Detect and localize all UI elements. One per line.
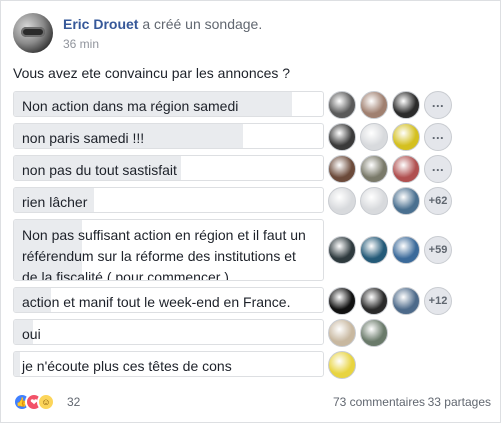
poll-option-label: oui — [22, 326, 41, 342]
post-action-text: a créé un sondage. — [142, 16, 263, 32]
more-voters-button[interactable]: ... — [424, 155, 452, 183]
voter-avatar[interactable] — [360, 319, 388, 347]
voter-avatar[interactable] — [392, 287, 420, 315]
voter-avatar[interactable] — [328, 236, 356, 264]
voter-avatar[interactable] — [360, 91, 388, 119]
poll-option-label: rien lâcher — [22, 194, 88, 210]
poll-option-label: action et manif tout le week-end en Fran… — [22, 294, 291, 310]
author-name[interactable]: Eric Drouet — [63, 16, 138, 32]
voter-avatar[interactable] — [328, 187, 356, 215]
reactions-summary[interactable]: 👍 ❤ ☺ 32 — [13, 393, 80, 411]
author-line: Eric Drouet a créé un sondage. — [63, 16, 262, 32]
post-header: Eric Drouet a créé un sondage. 36 min — [13, 13, 483, 57]
voter-avatar[interactable] — [360, 236, 388, 264]
haha-icon: ☺ — [37, 393, 55, 411]
voter-avatar[interactable] — [392, 123, 420, 151]
voter-avatar[interactable] — [328, 287, 356, 315]
poll-option[interactable]: non paris samedi !!! — [13, 123, 324, 149]
voter-avatar[interactable] — [328, 123, 356, 151]
poll-option[interactable]: oui — [13, 319, 324, 345]
voter-avatar[interactable] — [328, 351, 356, 379]
voter-avatar[interactable] — [392, 155, 420, 183]
voter-avatar[interactable] — [360, 287, 388, 315]
voter-avatar[interactable] — [392, 91, 420, 119]
more-voters-button[interactable]: ... — [424, 91, 452, 119]
more-voters-count[interactable]: +62 — [424, 187, 452, 215]
poll-option[interactable]: rien lâcher — [13, 187, 324, 213]
voter-avatar[interactable] — [328, 319, 356, 347]
poll-option[interactable]: Non pas suffisant action en région et il… — [13, 219, 324, 281]
voter-avatar[interactable] — [360, 187, 388, 215]
voter-avatar[interactable] — [360, 155, 388, 183]
reaction-count: 32 — [67, 395, 81, 409]
post-timestamp[interactable]: 36 min — [63, 37, 99, 51]
poll-option-label: non pas du tout sastisfait — [22, 162, 177, 178]
poll-question: Vous avez ete convaincu par les annonces… — [13, 65, 291, 81]
voter-avatar[interactable] — [328, 91, 356, 119]
voter-avatar[interactable] — [392, 236, 420, 264]
poll-option[interactable]: je n'écoute plus ces têtes de cons — [13, 351, 324, 377]
voter-avatar[interactable] — [392, 187, 420, 215]
comments-link[interactable]: 73 commentaires — [333, 395, 425, 409]
author-avatar[interactable] — [13, 13, 53, 53]
poll-option-label: Non pas suffisant action en région et il… — [22, 227, 306, 281]
more-voters-button[interactable]: ... — [424, 123, 452, 151]
poll-option[interactable]: non pas du tout sastisfait — [13, 155, 324, 181]
more-voters-count[interactable]: +59 — [424, 236, 452, 264]
voter-avatar[interactable] — [360, 123, 388, 151]
shares-link[interactable]: 33 partages — [428, 395, 491, 409]
post-footer: 👍 ❤ ☺ 32 73 commentaires 33 partages — [13, 393, 491, 413]
poll-option-label: Non action dans ma région samedi — [22, 98, 239, 114]
poll-post-card: Eric Drouet a créé un sondage. 36 min Vo… — [0, 0, 501, 423]
poll-option-label: non paris samedi !!! — [22, 130, 145, 146]
poll-option[interactable]: action et manif tout le week-end en Fran… — [13, 287, 324, 313]
poll-option-label: je n'écoute plus ces têtes de cons — [22, 358, 232, 374]
poll-option[interactable]: Non action dans ma région samedi — [13, 91, 324, 117]
voter-avatar[interactable] — [328, 155, 356, 183]
more-voters-count[interactable]: +12 — [424, 287, 452, 315]
